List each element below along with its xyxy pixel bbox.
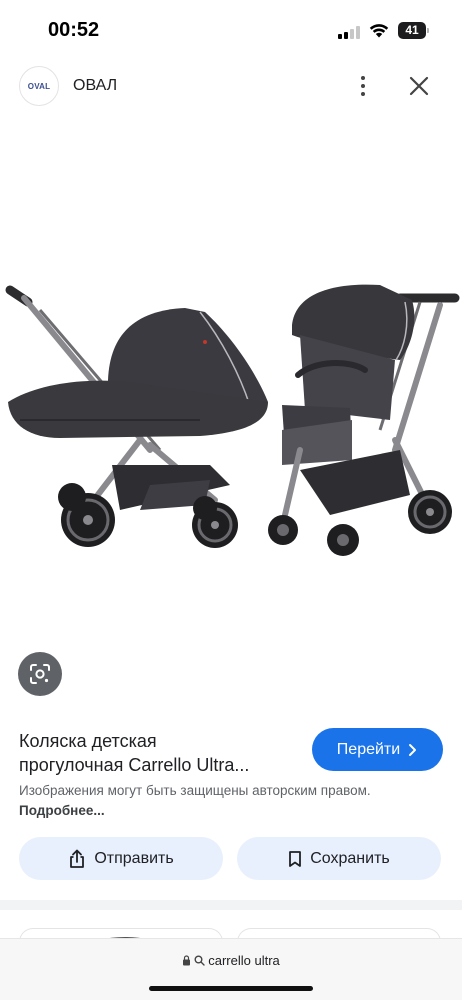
copyright-more-link[interactable]: Подробнее...	[19, 803, 105, 818]
result-title-line2: прогулочная Carrello Ultra...	[19, 755, 250, 775]
save-button-label: Сохранить	[310, 849, 390, 867]
share-icon	[70, 849, 85, 868]
chevron-right-icon	[409, 743, 417, 756]
site-logo-text: OVAL	[27, 81, 51, 91]
bookmark-icon	[289, 850, 302, 867]
home-indicator	[149, 986, 313, 991]
image-viewer-header: OVAL ОВАЛ	[0, 64, 462, 110]
close-icon[interactable]	[406, 73, 432, 99]
more-vertical-icon[interactable]	[352, 74, 374, 98]
url-query-text: carrello ultra	[208, 953, 280, 968]
site-logo[interactable]: OVAL	[19, 66, 59, 106]
site-name[interactable]: ОВАЛ	[73, 77, 117, 95]
stroller-image	[5, 284, 460, 556]
visit-button-label: Перейти	[336, 740, 401, 758]
url-display[interactable]: carrello ultra	[0, 953, 462, 968]
battery-level: 41	[398, 22, 426, 39]
share-button[interactable]: Отправить	[19, 837, 223, 880]
section-divider	[0, 900, 462, 910]
stroller-carrycot-illustration	[5, 285, 268, 548]
lens-search-button[interactable]	[18, 652, 62, 696]
stroller-seat-illustration	[268, 284, 460, 556]
status-time: 00:52	[48, 19, 100, 41]
wifi-icon	[369, 24, 389, 38]
cellular-signal-icon	[338, 26, 362, 39]
browser-url-bar[interactable]: carrello ultra	[0, 938, 462, 1000]
search-icon	[194, 955, 205, 966]
result-title-line1: Коляска детская	[19, 731, 157, 751]
copyright-notice: Изображения могут быть защищены авторски…	[19, 781, 379, 821]
copyright-text: Изображения могут быть защищены авторски…	[19, 783, 371, 798]
product-image[interactable]	[0, 120, 462, 630]
lock-icon	[183, 955, 191, 966]
share-button-label: Отправить	[94, 849, 174, 867]
save-button[interactable]: Сохранить	[237, 837, 441, 880]
status-bar: 00:52 41	[0, 0, 462, 60]
battery-icon: 41	[398, 22, 430, 39]
visit-button[interactable]: Перейти	[312, 728, 443, 771]
lens-camera-icon	[30, 664, 50, 684]
result-title[interactable]: Коляска детская прогулочная Carrello Ult…	[19, 729, 299, 777]
